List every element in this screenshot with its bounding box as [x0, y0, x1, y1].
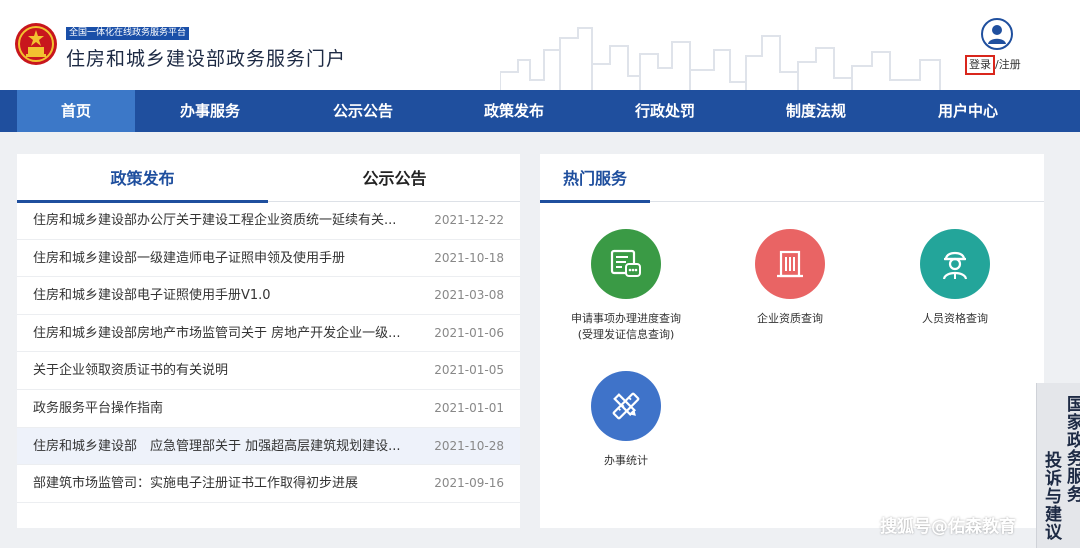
register-link[interactable]: /注册: [995, 57, 1021, 73]
hot-services-header: 热门服务: [540, 154, 1044, 203]
progress-query-icon[interactable]: [591, 229, 661, 299]
login-register: 登录/注册: [965, 55, 1021, 75]
user-avatar-icon[interactable]: [981, 18, 1013, 50]
site-title[interactable]: 住房和城乡建设部政务服务门户: [66, 44, 346, 71]
news-date: 2021-10-18: [434, 250, 504, 265]
news-date: 2021-09-16: [434, 476, 504, 491]
news-date: 2021-10-28: [434, 438, 504, 453]
service-statistics[interactable]: 办事统计: [541, 371, 711, 469]
news-tabs: 政策发布 公示公告: [17, 154, 520, 203]
news-date: 2021-01-06: [434, 325, 504, 340]
list-item[interactable]: 政务服务平台操作指南 2021-01-01: [17, 390, 520, 428]
worker-icon[interactable]: [920, 229, 990, 299]
ruler-pencil-icon[interactable]: [591, 371, 661, 441]
list-item[interactable]: 关于企业领取资质证书的有关说明 2021-01-05: [17, 352, 520, 390]
service-label[interactable]: 申请事项办理进度查询 (受理发证信息查询): [541, 311, 711, 343]
news-title[interactable]: 政务服务平台操作指南: [33, 390, 428, 427]
list-item[interactable]: 住房和城乡建设部 应急管理部关于 加强超高层建筑规划建设... 2021-10-…: [17, 427, 520, 466]
news-title[interactable]: 关于企业领取资质证书的有关说明: [33, 352, 428, 389]
nav-item-regulations[interactable]: 制度法规: [757, 90, 875, 132]
service-personnel-qualification[interactable]: 人员资格查询: [870, 229, 1040, 327]
news-panel: 政策发布 公示公告 住房和城乡建设部办公厅关于建设工程企业资质统一延续有关...…: [17, 154, 520, 528]
skyline-decoration: [500, 27, 941, 90]
service-label-line2: (受理发证信息查询): [577, 328, 675, 341]
hot-services-title: 热门服务: [540, 154, 650, 203]
nav-item-announcements[interactable]: 公示公告: [304, 90, 422, 132]
nav-item-home[interactable]: 首页: [17, 90, 135, 132]
news-date: 2021-12-22: [434, 213, 504, 227]
news-title[interactable]: 部建筑市场监管司：实施电子注册证书工作取得初步进展: [33, 465, 428, 502]
site-header: 全国一体化在线政务服务平台 住房和城乡建设部政务服务门户 登录/注册: [0, 0, 1080, 90]
service-label-line1: 申请事项办理进度查询: [571, 312, 681, 325]
news-title[interactable]: 住房和城乡建设部电子证照使用手册V1.0: [33, 277, 428, 314]
list-item[interactable]: 住房和城乡建设部房地产市场监管司关于 房地产开发企业一级... 2021-01-…: [17, 315, 520, 353]
service-label[interactable]: 办事统计: [541, 453, 711, 469]
list-item[interactable]: 部建筑市场监管司：实施电子注册证书工作取得初步进展 2021-09-16: [17, 465, 520, 503]
news-title[interactable]: 住房和城乡建设部房地产市场监管司关于 房地产开发企业一级...: [33, 315, 428, 352]
news-list: 住房和城乡建设部办公厅关于建设工程企业资质统一延续有关... 2021-12-2…: [17, 202, 520, 503]
tab-announcements[interactable]: 公示公告: [269, 154, 520, 202]
main-nav: 首页 办事服务 公示公告 政策发布 行政处罚 制度法规 用户中心: [0, 90, 1080, 132]
service-label[interactable]: 人员资格查询: [870, 311, 1040, 327]
list-item[interactable]: 住房和城乡建设部办公厅关于建设工程企业资质统一延续有关... 2021-12-2…: [17, 202, 520, 240]
service-company-qualification[interactable]: 企业资质查询: [705, 229, 875, 327]
service-progress-query[interactable]: 申请事项办理进度查询 (受理发证信息查询): [541, 229, 711, 343]
nav-item-services[interactable]: 办事服务: [151, 90, 269, 132]
news-date: 2021-03-08: [434, 288, 504, 303]
service-label[interactable]: 企业资质查询: [705, 311, 875, 327]
nav-item-policy[interactable]: 政策发布: [455, 90, 573, 132]
login-link[interactable]: 登录: [965, 55, 995, 75]
side-floating-tab[interactable]: 国家政务服务 投诉与建议: [1036, 383, 1080, 548]
side-feedback[interactable]: 投诉与建议: [1039, 451, 1064, 541]
nav-item-user-center[interactable]: 用户中心: [909, 90, 1027, 132]
watermark: 搜狐号@佑森教育: [880, 517, 1016, 537]
news-date: 2021-01-05: [434, 363, 504, 378]
national-emblem-icon: [15, 23, 57, 65]
news-title[interactable]: 住房和城乡建设部一级建造师电子证照申领及使用手册: [33, 240, 428, 277]
news-date: 2021-01-01: [434, 400, 504, 415]
hot-services-panel: 热门服务 申请事项办理进度查询 (受理发证信息查询) 企业资质查询 人员资格查询…: [540, 154, 1044, 528]
platform-badge: 全国一体化在线政务服务平台: [66, 27, 190, 40]
nav-item-penalty[interactable]: 行政处罚: [606, 90, 724, 132]
news-title[interactable]: 住房和城乡建设部办公厅关于建设工程企业资质统一延续有关...: [33, 202, 428, 239]
building-icon[interactable]: [755, 229, 825, 299]
news-title[interactable]: 住房和城乡建设部 应急管理部关于 加强超高层建筑规划建设...: [33, 428, 428, 465]
list-item[interactable]: 住房和城乡建设部一级建造师电子证照申领及使用手册 2021-10-18: [17, 240, 520, 278]
list-item[interactable]: 住房和城乡建设部电子证照使用手册V1.0 2021-03-08: [17, 277, 520, 315]
tab-policy[interactable]: 政策发布: [17, 154, 268, 203]
